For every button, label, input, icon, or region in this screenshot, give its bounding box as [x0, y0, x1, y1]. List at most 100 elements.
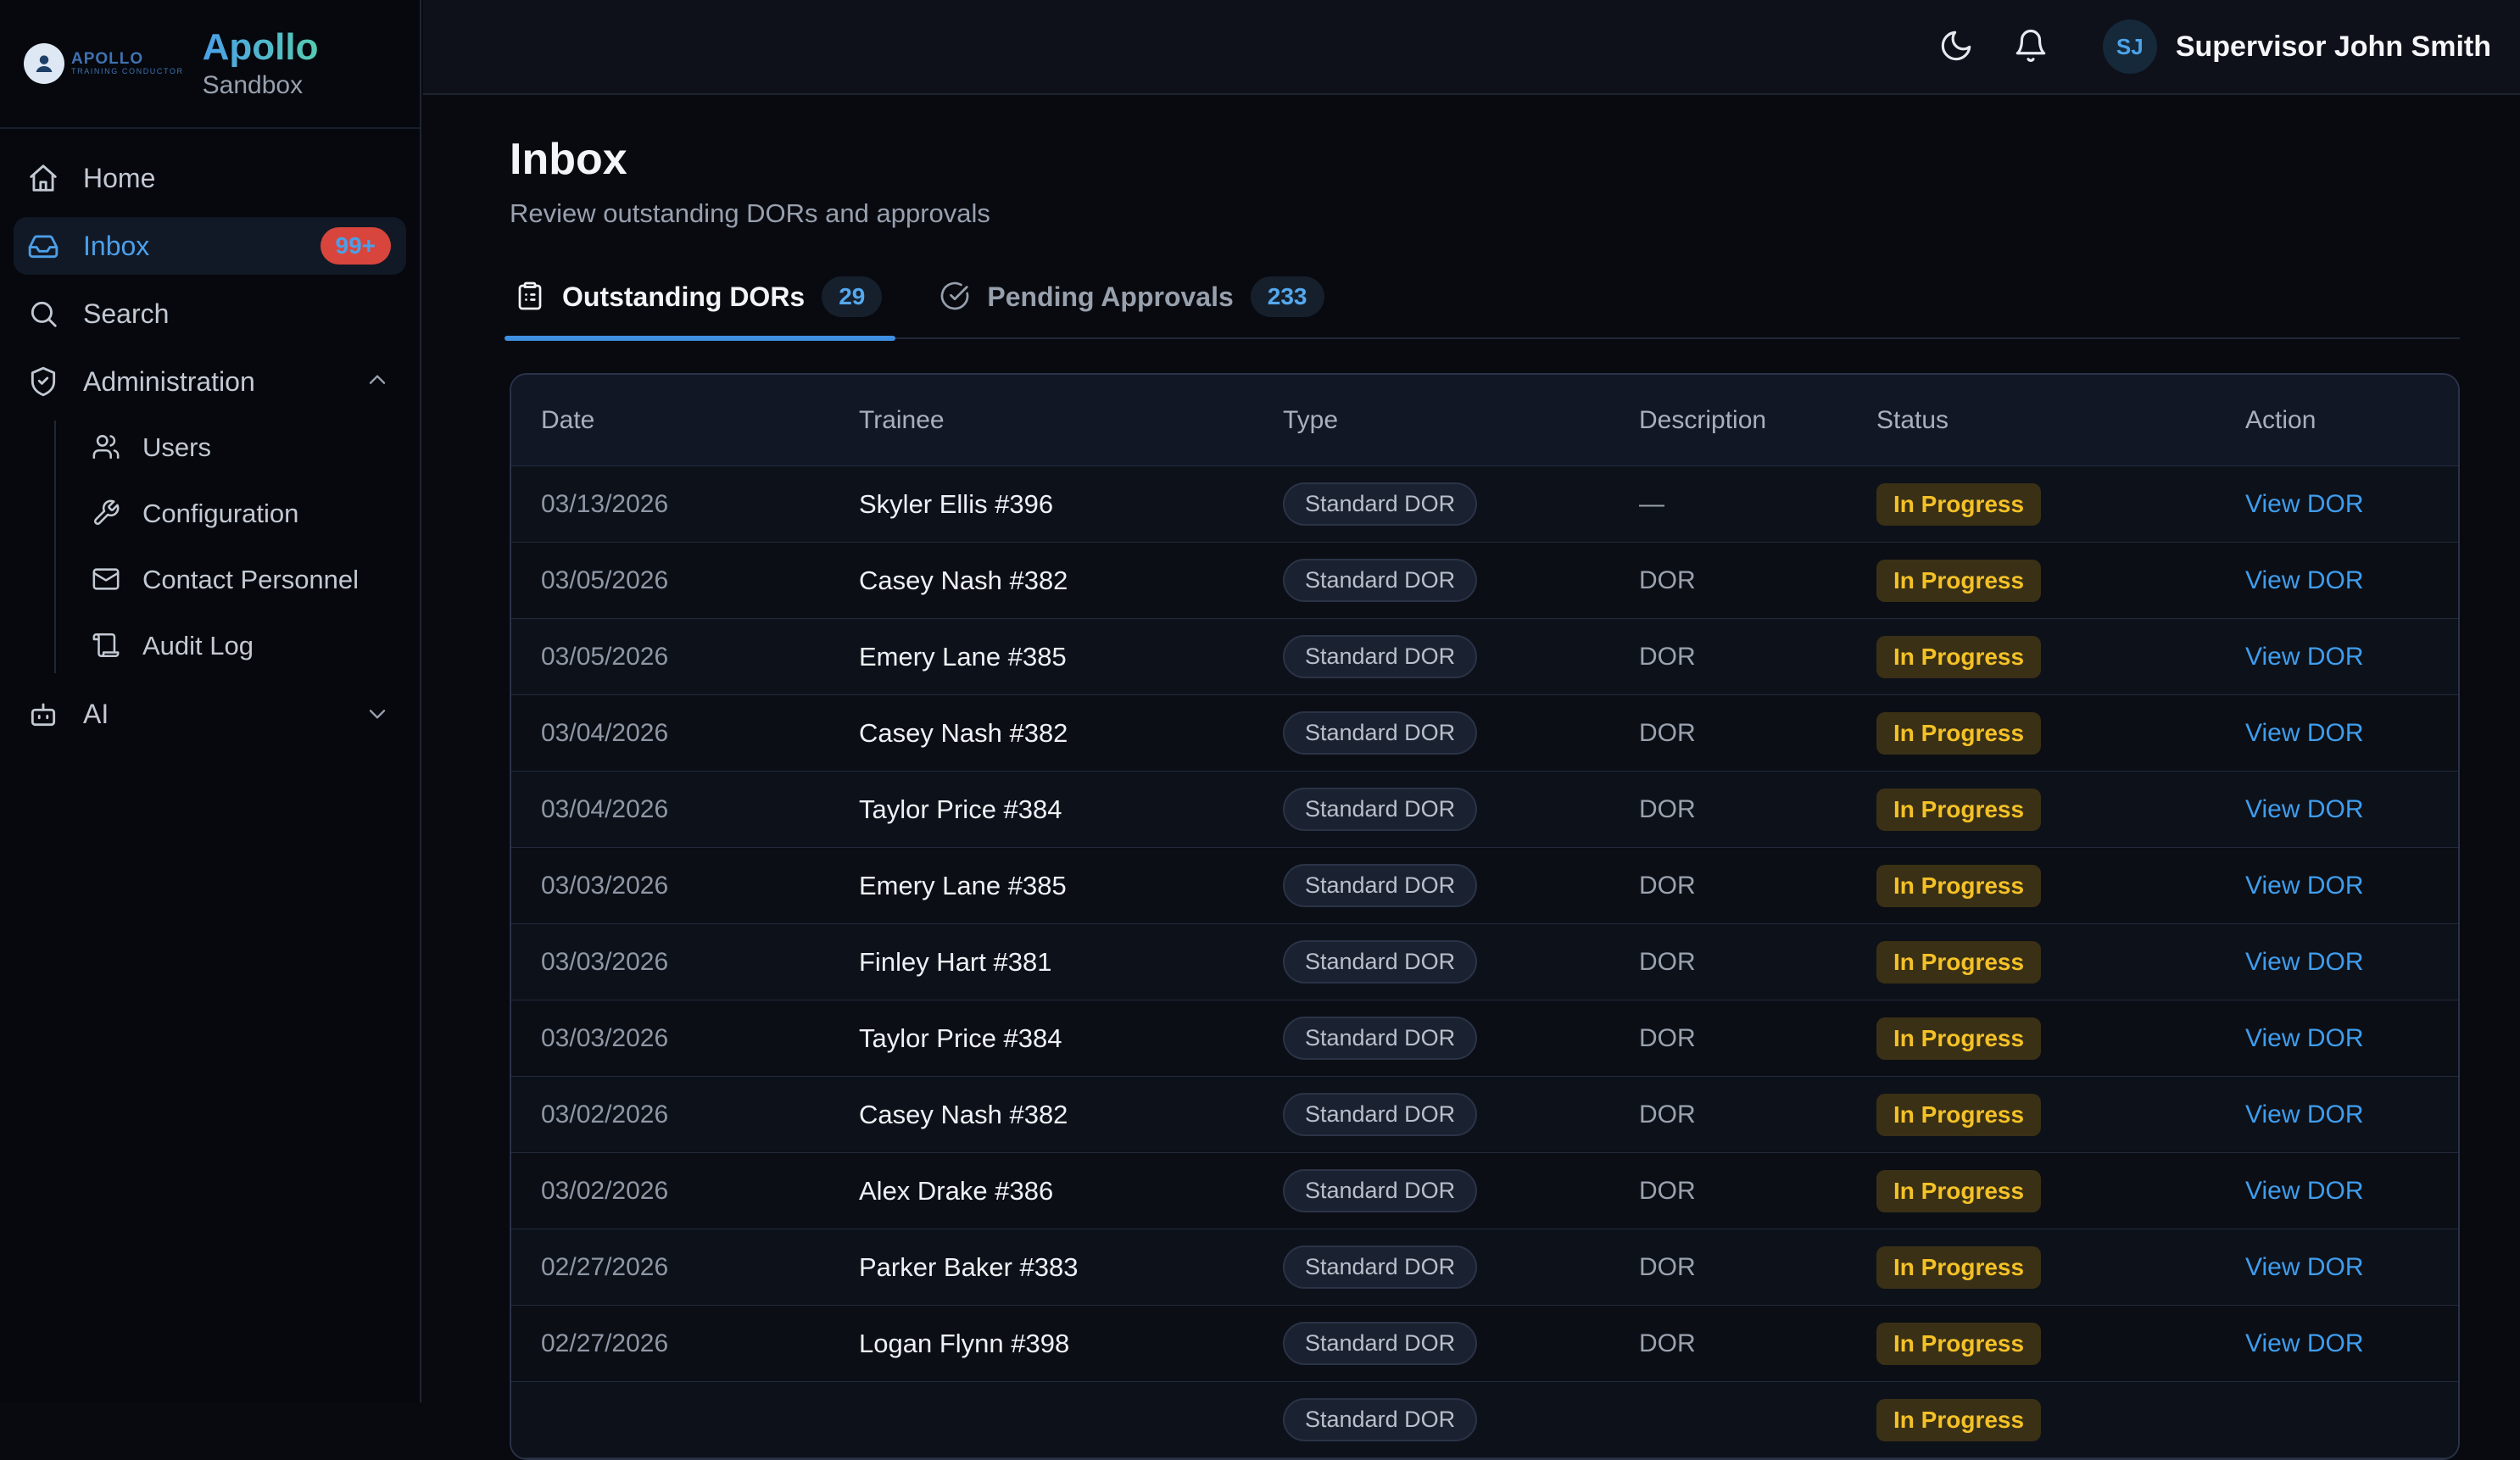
- status-badge: In Progress: [1876, 789, 2041, 831]
- sidebar-item-inbox[interactable]: Inbox99+: [14, 217, 406, 275]
- cell-action: View DOR: [2216, 719, 2458, 748]
- cell-status: In Progress: [1847, 636, 2216, 678]
- search-icon: [27, 298, 59, 330]
- cell-description: DOR: [1609, 948, 1847, 977]
- type-chip: Standard DOR: [1283, 1398, 1477, 1441]
- view-dor-link[interactable]: View DOR: [2245, 643, 2363, 671]
- chevron-up-icon: [364, 367, 391, 397]
- mail-icon: [92, 565, 120, 596]
- status-badge: In Progress: [1876, 712, 2041, 755]
- avatar-initials: SJ: [2116, 34, 2144, 60]
- cell-trainee: Taylor Price #384: [829, 794, 1253, 825]
- main-content: Inbox Review outstanding DORs and approv…: [423, 95, 2520, 1402]
- cell-type: Standard DOR: [1253, 940, 1609, 984]
- clipboard-icon: [515, 281, 545, 314]
- sidebar-item-contact-personnel[interactable]: Contact Personnel: [92, 553, 406, 607]
- bell-icon: [2013, 28, 2049, 66]
- cell-action: View DOR: [2216, 566, 2458, 595]
- cell-status: In Progress: [1847, 789, 2216, 831]
- cell-description: DOR: [1609, 719, 1847, 748]
- cell-action: View DOR: [2216, 872, 2458, 900]
- sidebar-item-home[interactable]: Home: [14, 149, 406, 207]
- cell-status: In Progress: [1847, 1399, 2216, 1441]
- status-badge: In Progress: [1876, 1017, 2041, 1060]
- sidebar-item-label: Administration: [83, 366, 255, 398]
- sidebar-item-label: Users: [142, 432, 211, 463]
- table-row: 03/05/2026Emery Lane #385Standard DORDOR…: [511, 619, 2458, 695]
- users-icon: [92, 432, 120, 464]
- cell-status: In Progress: [1847, 865, 2216, 907]
- cell-date: 03/05/2026: [511, 566, 829, 595]
- theme-toggle-button[interactable]: [1938, 28, 1974, 66]
- sidebar-item-label: Configuration: [142, 499, 298, 529]
- circle-check-icon: [939, 281, 970, 314]
- sidebar-item-configuration[interactable]: Configuration: [92, 487, 406, 541]
- notifications-button[interactable]: [2013, 28, 2049, 66]
- view-dor-link[interactable]: View DOR: [2245, 948, 2363, 977]
- view-dor-link[interactable]: View DOR: [2245, 719, 2363, 748]
- cell-trainee: Finley Hart #381: [829, 947, 1253, 978]
- table-row: 02/27/2026Logan Flynn #398Standard DORDO…: [511, 1306, 2458, 1382]
- sidebar-item-label: Audit Log: [142, 631, 254, 661]
- cell-trainee: Emery Lane #385: [829, 871, 1253, 901]
- apollo-logo-badge: APOLLO TRAINING CONDUCTOR: [24, 43, 184, 84]
- cell-action: View DOR: [2216, 1329, 2458, 1358]
- cell-description: DOR: [1609, 1329, 1847, 1358]
- top-header: SJ Supervisor John Smith: [423, 0, 2520, 95]
- status-badge: In Progress: [1876, 560, 2041, 602]
- cell-status: In Progress: [1847, 1170, 2216, 1212]
- status-badge: In Progress: [1876, 1399, 2041, 1441]
- sidebar: APOLLO TRAINING CONDUCTOR Apollo Sandbox…: [0, 0, 421, 1402]
- user-avatar[interactable]: SJ: [2103, 20, 2157, 74]
- sidebar-item-audit-log[interactable]: Audit Log: [92, 619, 406, 673]
- view-dor-link[interactable]: View DOR: [2245, 1024, 2363, 1053]
- column-header-trainee: Trainee: [829, 406, 1253, 435]
- cell-description: DOR: [1609, 1024, 1847, 1053]
- cell-status: In Progress: [1847, 941, 2216, 984]
- cell-date: 03/03/2026: [511, 1024, 829, 1053]
- status-badge: In Progress: [1876, 941, 2041, 984]
- table-row: 03/03/2026Finley Hart #381Standard DORDO…: [511, 924, 2458, 1000]
- type-chip: Standard DOR: [1283, 1093, 1477, 1136]
- view-dor-link[interactable]: View DOR: [2245, 1101, 2363, 1129]
- cell-type: Standard DOR: [1253, 1017, 1609, 1060]
- cell-status: In Progress: [1847, 712, 2216, 755]
- home-icon: [27, 162, 59, 194]
- cell-description: —: [1609, 490, 1847, 519]
- type-chip: Standard DOR: [1283, 635, 1477, 678]
- view-dor-link[interactable]: View DOR: [2245, 490, 2363, 519]
- view-dor-link[interactable]: View DOR: [2245, 1177, 2363, 1206]
- tab-outstanding-dors[interactable]: Outstanding DORs 29: [510, 276, 887, 337]
- table-row: 03/13/2026Skyler Ellis #396Standard DOR—…: [511, 466, 2458, 543]
- sidebar-item-search[interactable]: Search: [14, 285, 406, 343]
- table-row: 03/02/2026Alex Drake #386Standard DORDOR…: [511, 1153, 2458, 1229]
- cell-description: DOR: [1609, 1101, 1847, 1129]
- view-dor-link[interactable]: View DOR: [2245, 872, 2363, 900]
- environment-label: Sandbox: [203, 71, 319, 100]
- logo-secondary-text: TRAINING CONDUCTOR: [71, 68, 184, 75]
- tab-pending-approvals[interactable]: Pending Approvals 233: [934, 276, 1329, 337]
- tab-label: Outstanding DORs: [562, 281, 805, 313]
- app-name: Apollo: [203, 27, 319, 68]
- sidebar-item-label: Inbox: [83, 231, 149, 262]
- sidebar-item-administration[interactable]: Administration: [14, 353, 406, 410]
- inbox-icon: [27, 230, 59, 262]
- status-badge: In Progress: [1876, 1246, 2041, 1289]
- view-dor-link[interactable]: View DOR: [2245, 1253, 2363, 1282]
- cell-date: 02/27/2026: [511, 1329, 829, 1358]
- cell-action: View DOR: [2216, 1024, 2458, 1053]
- type-chip: Standard DOR: [1283, 711, 1477, 755]
- view-dor-link[interactable]: View DOR: [2245, 1329, 2363, 1358]
- sidebar-item-label: Home: [83, 163, 155, 194]
- cell-type: Standard DOR: [1253, 559, 1609, 602]
- apollo-logo-icon: [24, 43, 64, 84]
- cell-status: In Progress: [1847, 1323, 2216, 1365]
- cell-type: Standard DOR: [1253, 864, 1609, 907]
- tab-bar: Outstanding DORs 29 Pending Approvals 23…: [510, 276, 2460, 339]
- view-dor-link[interactable]: View DOR: [2245, 566, 2363, 595]
- sidebar-item-ai[interactable]: AI: [14, 685, 406, 743]
- sidebar-item-users[interactable]: Users: [92, 421, 406, 475]
- view-dor-link[interactable]: View DOR: [2245, 795, 2363, 824]
- cell-date: 03/04/2026: [511, 719, 829, 748]
- column-header-date: Date: [511, 406, 829, 435]
